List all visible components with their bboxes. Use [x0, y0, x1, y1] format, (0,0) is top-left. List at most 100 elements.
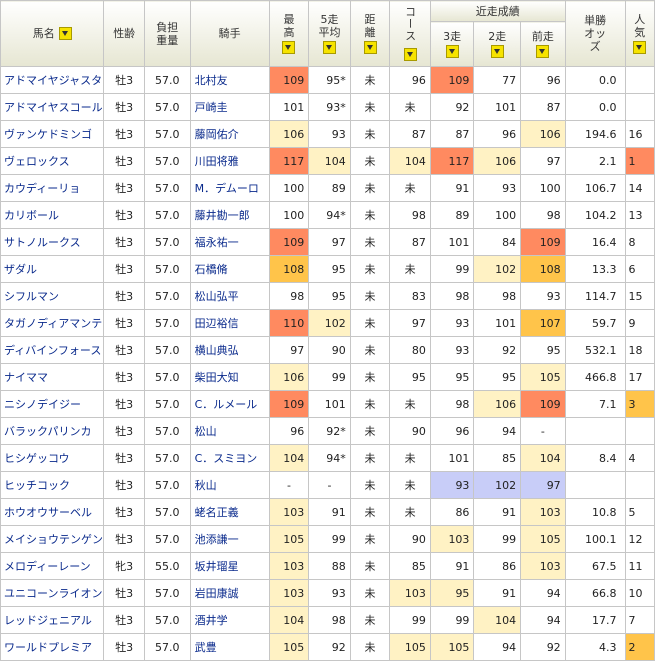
- jockey-link[interactable]: 戸崎圭: [189, 93, 270, 121]
- sort-down-icon[interactable]: [403, 47, 417, 61]
- sort-down-icon[interactable]: [633, 41, 647, 55]
- col-best[interactable]: 最高: [268, 0, 310, 67]
- sort-down-icon[interactable]: [282, 41, 296, 55]
- sort-down-icon[interactable]: [490, 45, 504, 59]
- best-cell: 105: [268, 633, 310, 661]
- col-horse-name[interactable]: 馬名: [0, 0, 105, 67]
- avg5-cell: 92*: [308, 417, 351, 445]
- col-course[interactable]: コース: [389, 0, 431, 67]
- race3-cell: 86: [429, 498, 475, 526]
- weight-cell: 57.0: [143, 255, 191, 283]
- jockey-link[interactable]: 坂井瑠星: [189, 552, 270, 580]
- jockey-link[interactable]: 蛯名正義: [189, 498, 270, 526]
- col-avg5[interactable]: 5走平均: [308, 0, 351, 67]
- course-cell: 87: [389, 228, 431, 256]
- horse-name-link[interactable]: レッドジェニアル: [0, 606, 105, 634]
- jockey-link[interactable]: 武豊: [189, 633, 270, 661]
- col-race1[interactable]: 前走: [520, 21, 566, 67]
- race2-cell: 94: [473, 417, 522, 445]
- avg5-cell: 93: [308, 579, 351, 607]
- horse-name-link[interactable]: ヒシゲッコウ: [0, 444, 105, 472]
- race3-cell: 101: [429, 228, 475, 256]
- sort-down-icon[interactable]: [363, 41, 377, 55]
- sort-down-icon[interactable]: [445, 45, 459, 59]
- horse-name-link[interactable]: シフルマン: [0, 282, 105, 310]
- col-race3[interactable]: 3走: [429, 21, 475, 67]
- popularity-cell: 8: [624, 228, 655, 256]
- col-odds: 単勝オッズ: [564, 0, 626, 67]
- horse-name-link[interactable]: カリボール: [0, 201, 105, 229]
- course-cell: 90: [389, 525, 431, 553]
- jockey-link[interactable]: 秋山: [189, 471, 270, 499]
- course-cell: 未: [389, 93, 431, 121]
- distance-cell: 未: [349, 174, 391, 202]
- sort-down-icon[interactable]: [58, 27, 72, 41]
- jockey-link[interactable]: 藤岡佑介: [189, 120, 270, 148]
- odds-cell: 16.4: [564, 228, 626, 256]
- horse-name-link[interactable]: ニシノデイジー: [0, 390, 105, 418]
- race2-cell: 96: [473, 120, 522, 148]
- jockey-link[interactable]: 福永祐一: [189, 228, 270, 256]
- jockey-link[interactable]: 藤井勘一郎: [189, 201, 270, 229]
- col-distance[interactable]: 距離: [349, 0, 391, 67]
- col-race2[interactable]: 2走: [473, 21, 522, 67]
- horse-name-link[interactable]: タガノディアマンテ: [0, 309, 105, 337]
- horse-name-link[interactable]: メイショウテンゲン: [0, 525, 105, 553]
- race1-cell: 106: [520, 120, 566, 148]
- popularity-cell: 5: [624, 498, 655, 526]
- horse-name-link[interactable]: ユニコーンライオン: [0, 579, 105, 607]
- jockey-link[interactable]: 池添謙一: [189, 525, 270, 553]
- odds-cell: 59.7: [564, 309, 626, 337]
- horse-name-link[interactable]: カウディーリョ: [0, 174, 105, 202]
- sort-down-icon[interactable]: [322, 41, 336, 55]
- table-row: ザダル 牡3 57.0 石橋脩 108 95 未未 99 102 108 13.3 6: [0, 255, 655, 283]
- sex-age-cell: 牡3: [103, 525, 145, 553]
- jockey-link[interactable]: 横山典弘: [189, 336, 270, 364]
- course-cell: 96: [389, 66, 431, 94]
- jockey-link[interactable]: 川田将雅: [189, 147, 270, 175]
- odds-cell: 10.8: [564, 498, 626, 526]
- sex-age-cell: 牡3: [103, 282, 145, 310]
- horse-name-link[interactable]: ホウオウサーベル: [0, 498, 105, 526]
- race2-cell: 104: [473, 606, 522, 634]
- sex-age-cell: 牡3: [103, 471, 145, 499]
- race2-cell: 93: [473, 174, 522, 202]
- sex-age-cell: 牡3: [103, 498, 145, 526]
- race2-cell: 101: [473, 93, 522, 121]
- jockey-link[interactable]: 北村友: [189, 66, 270, 94]
- distance-cell: 未: [349, 147, 391, 175]
- horse-name-link[interactable]: ヒッチコック: [0, 471, 105, 499]
- jockey-link[interactable]: C．ルメール: [189, 390, 270, 418]
- horse-name-link[interactable]: ヴェロックス: [0, 147, 105, 175]
- sort-down-icon[interactable]: [536, 45, 550, 59]
- col-popularity[interactable]: 人気: [624, 0, 655, 67]
- best-cell: 109: [268, 66, 310, 94]
- race2-cell: 91: [473, 498, 522, 526]
- jockey-link[interactable]: 酒井学: [189, 606, 270, 634]
- horse-name-link[interactable]: ナイママ: [0, 363, 105, 391]
- horse-name-link[interactable]: アドマイヤスコール: [0, 93, 105, 121]
- horse-name-link[interactable]: アドマイヤジャスタ: [0, 66, 105, 94]
- odds-cell: 67.5: [564, 552, 626, 580]
- race2-cell: 102: [473, 471, 522, 499]
- distance-cell: 未: [349, 525, 391, 553]
- horse-name-link[interactable]: ワールドプレミア: [0, 633, 105, 661]
- jockey-link[interactable]: C．スミヨン: [189, 444, 270, 472]
- horse-name-link[interactable]: ディバインフォース: [0, 336, 105, 364]
- horse-name-link[interactable]: サトノルークス: [0, 228, 105, 256]
- horse-name-link[interactable]: ザダル: [0, 255, 105, 283]
- table-row: アドマイヤジャスタ 牡3 57.0 北村友 109 95* 未 96 109 77 96 0.0: [0, 66, 655, 94]
- jockey-link[interactable]: 田辺裕信: [189, 309, 270, 337]
- jockey-link[interactable]: 石橋脩: [189, 255, 270, 283]
- jockey-link[interactable]: 松山: [189, 417, 270, 445]
- jockey-link[interactable]: 松山弘平: [189, 282, 270, 310]
- jockey-link[interactable]: 柴田大知: [189, 363, 270, 391]
- horse-name-link[interactable]: バラックパリンカ: [0, 417, 105, 445]
- horse-name-link[interactable]: メロディーレーン: [0, 552, 105, 580]
- weight-cell: 57.0: [143, 363, 191, 391]
- weight-cell: 57.0: [143, 228, 191, 256]
- horse-name-link[interactable]: ヴァンケドミンゴ: [0, 120, 105, 148]
- weight-cell: 57.0: [143, 606, 191, 634]
- jockey-link[interactable]: M．デムーロ: [189, 174, 270, 202]
- jockey-link[interactable]: 岩田康誠: [189, 579, 270, 607]
